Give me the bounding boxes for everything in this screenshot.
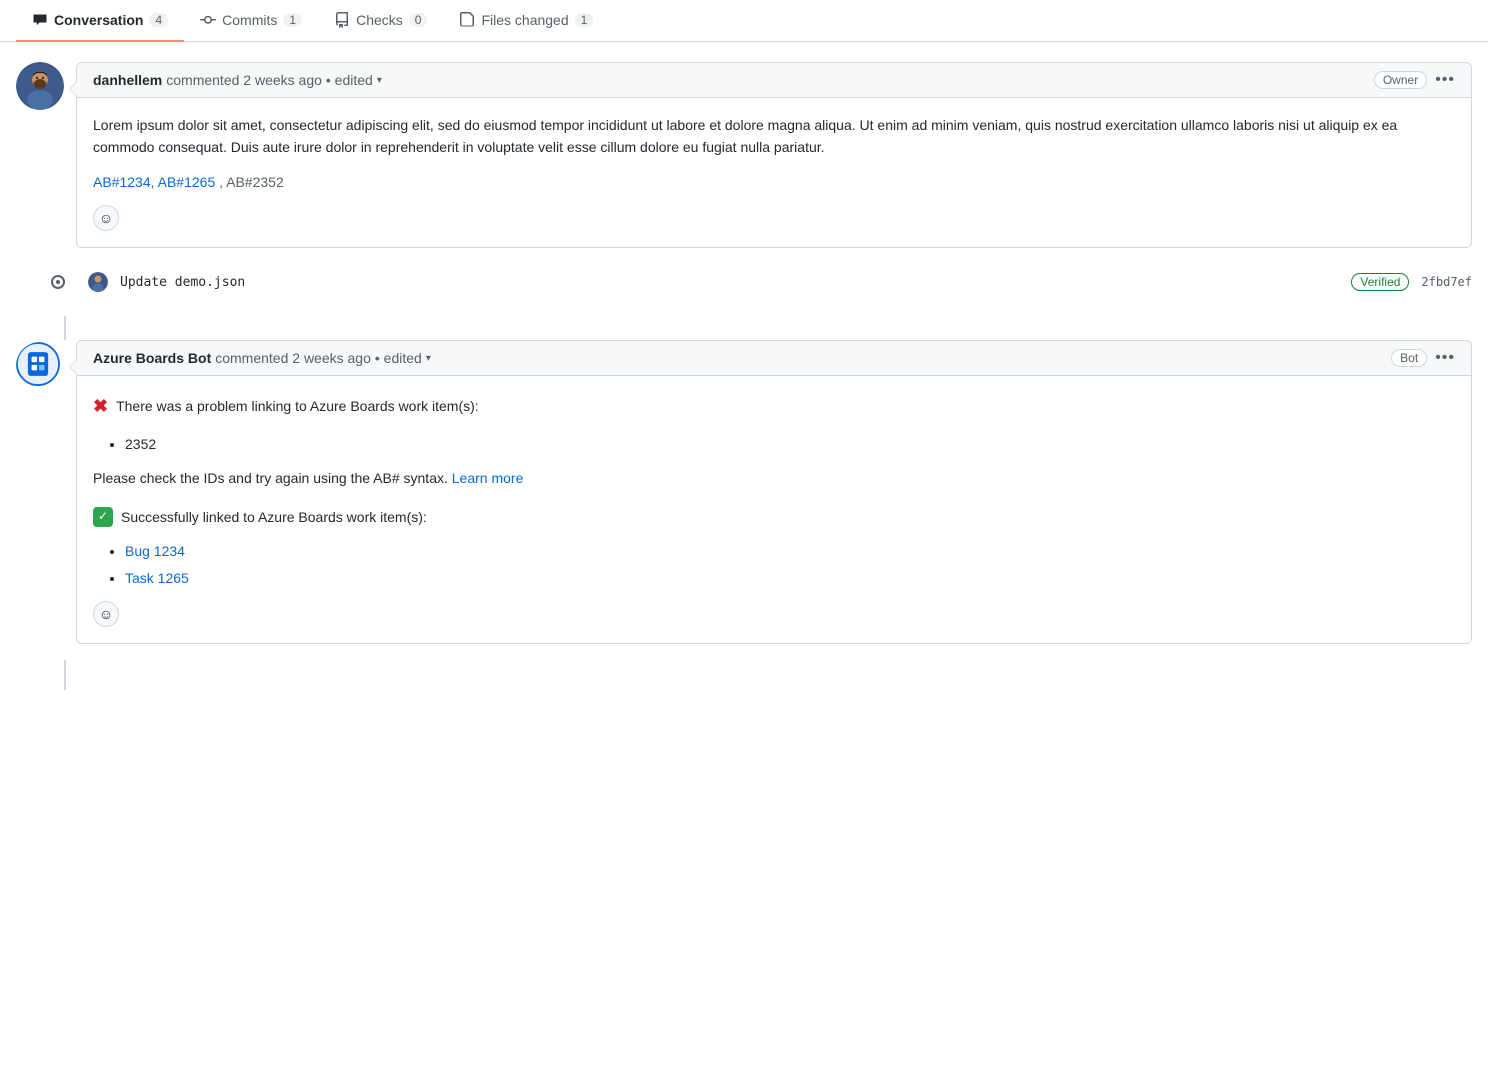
tab-checks[interactable]: Checks 0: [318, 0, 443, 42]
comment-links-line: AB#1234, AB#1265 , AB#2352: [93, 171, 1455, 193]
avatar-bot: [16, 342, 64, 390]
conversation-icon: [32, 12, 48, 28]
comment-meta-1: commented 2 weeks ago: [166, 72, 322, 88]
info-text: Please check the IDs and try again using…: [93, 470, 448, 486]
content-area: danhellem commented 2 weeks ago • edited…: [0, 42, 1488, 710]
comment-header-right-1: Owner •••: [1374, 71, 1455, 89]
tab-files-count: 1: [575, 13, 594, 27]
tab-conversation-label: Conversation: [54, 12, 143, 28]
comment-text-1: Lorem ipsum dolor sit amet, consectetur …: [93, 114, 1455, 159]
comment-meta-2: commented 2 weeks ago: [215, 350, 371, 366]
files-icon: [459, 12, 475, 28]
comment-header-right-2: Bot •••: [1391, 349, 1455, 367]
tab-files-label: Files changed: [481, 12, 568, 28]
comment-box-1: danhellem commented 2 weeks ago • edited…: [76, 62, 1472, 248]
tab-conversation[interactable]: Conversation 4: [16, 0, 184, 42]
tab-conversation-count: 4: [149, 13, 168, 27]
owner-badge: Owner: [1374, 71, 1427, 89]
comment-header-left-2: Azure Boards Bot commented 2 weeks ago •…: [93, 350, 431, 366]
more-menu-btn-2[interactable]: •••: [1435, 349, 1455, 367]
comment-body-1: Lorem ipsum dolor sit amet, consectetur …: [77, 98, 1471, 247]
commit-avatar: [88, 272, 108, 292]
comment-box-2: Azure Boards Bot commented 2 weeks ago •…: [76, 340, 1472, 644]
commit-row: Update demo.json Verified 2fbd7ef: [40, 264, 1472, 300]
tabs-bar: Conversation 4 Commits 1 Checks 0: [0, 0, 1488, 42]
task-1265-link[interactable]: Task 1265: [125, 570, 189, 586]
success-items-list: Bug 1234 Task 1265: [93, 540, 1455, 589]
comment-body-2: ✖ There was a problem linking to Azure B…: [77, 376, 1471, 643]
comment-header-left-1: danhellem commented 2 weeks ago • edited…: [93, 72, 382, 88]
check-green-icon: ✓: [93, 507, 113, 527]
commit-message: Update demo.json: [120, 275, 1339, 290]
app-container: Conversation 4 Commits 1 Checks 0: [0, 0, 1488, 710]
tab-commits[interactable]: Commits 1: [184, 0, 318, 42]
error-items-list: 2352: [93, 433, 1455, 455]
info-line: Please check the IDs and try again using…: [93, 467, 1455, 489]
success-text: Successfully linked to Azure Boards work…: [121, 506, 427, 528]
chevron-down-icon-1[interactable]: ▾: [377, 75, 382, 86]
edited-label-1: • edited: [326, 72, 373, 88]
plain-link-text: , AB#2352: [219, 174, 284, 190]
comment-row-2: Azure Boards Bot commented 2 weeks ago •…: [16, 340, 1472, 644]
tab-commits-count: 1: [283, 13, 302, 27]
learn-more-link[interactable]: Learn more: [452, 470, 524, 486]
chevron-down-icon-2[interactable]: ▾: [426, 353, 431, 364]
commits-icon: [200, 12, 216, 28]
more-menu-btn-1[interactable]: •••: [1435, 71, 1455, 89]
verified-badge: Verified: [1351, 273, 1409, 291]
checks-icon: [334, 12, 350, 28]
edited-label-2: • edited: [375, 350, 422, 366]
commit-dot-icon: [51, 275, 65, 289]
tab-files[interactable]: Files changed 1: [443, 0, 609, 42]
error-text: There was a problem linking to Azure Boa…: [116, 395, 479, 417]
link-ab1265[interactable]: AB#1265: [158, 174, 216, 190]
comment-row-1: danhellem commented 2 weeks ago • edited…: [16, 62, 1472, 248]
emoji-picker-btn-1[interactable]: ☺: [93, 205, 119, 231]
error-line: ✖ There was a problem linking to Azure B…: [93, 392, 1455, 421]
comment-author-2[interactable]: Azure Boards Bot: [93, 350, 211, 366]
x-icon: ✖: [93, 392, 108, 421]
success-line: ✓ Successfully linked to Azure Boards wo…: [93, 506, 1455, 528]
error-item-1: 2352: [125, 433, 1455, 455]
bot-badge: Bot: [1391, 349, 1427, 367]
comment-author-1[interactable]: danhellem: [93, 72, 162, 88]
tab-checks-count: 0: [409, 13, 428, 27]
success-item-task1265: Task 1265: [125, 567, 1455, 589]
success-item-bug1234: Bug 1234: [125, 540, 1455, 562]
commit-left: [40, 275, 76, 289]
tab-commits-label: Commits: [222, 12, 277, 28]
bug-1234-link[interactable]: Bug 1234: [125, 543, 185, 559]
avatar-danhellem: [16, 62, 64, 110]
tab-checks-label: Checks: [356, 12, 403, 28]
commit-hash: 2fbd7ef: [1421, 275, 1472, 289]
comment-header-2: Azure Boards Bot commented 2 weeks ago •…: [77, 341, 1471, 376]
link-ab1234[interactable]: AB#1234: [93, 174, 151, 190]
comment-header-1: danhellem commented 2 weeks ago • edited…: [77, 63, 1471, 98]
emoji-picker-btn-2[interactable]: ☺: [93, 601, 119, 627]
